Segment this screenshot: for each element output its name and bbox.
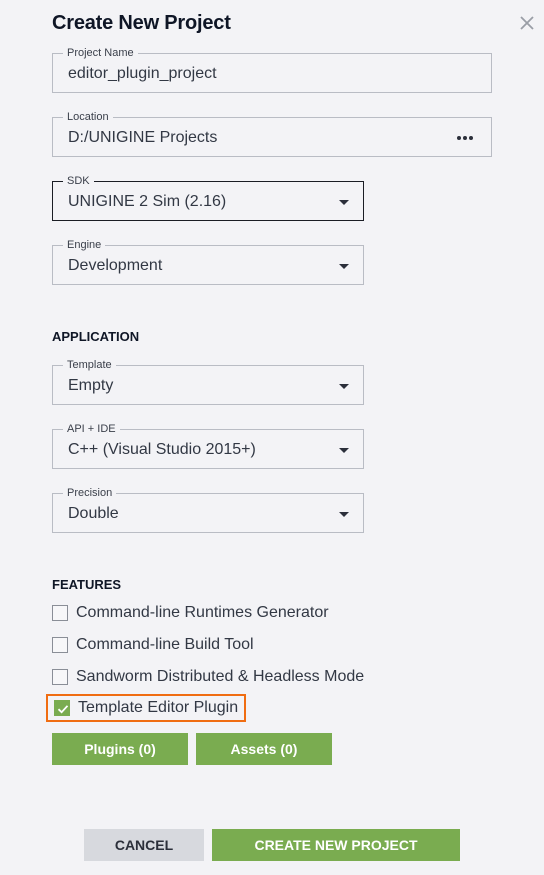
precision-label: Precision bbox=[63, 486, 117, 500]
checkmark-icon bbox=[57, 705, 69, 714]
chevron-down-icon bbox=[339, 200, 349, 205]
checkbox-checked[interactable] bbox=[54, 700, 70, 716]
precision-select[interactable]: Precision Double bbox=[52, 486, 364, 533]
feature-label: Template Editor Plugin bbox=[78, 699, 239, 716]
api-ide-label: API + IDE bbox=[63, 422, 120, 436]
template-value: Empty bbox=[68, 377, 114, 394]
feature-template-editor-plugin[interactable]: Template Editor Plugin bbox=[46, 694, 247, 722]
project-name-label: Project Name bbox=[63, 46, 138, 60]
api-ide-value: C++ (Visual Studio 2015+) bbox=[68, 441, 256, 458]
application-heading: APPLICATION bbox=[52, 329, 140, 344]
location-label: Location bbox=[63, 110, 113, 124]
sdk-value: UNIGINE 2 Sim (2.16) bbox=[68, 193, 227, 210]
plugins-button[interactable]: Plugins (0) bbox=[52, 733, 188, 765]
feature-runtimes-generator[interactable]: Command-line Runtimes Generator bbox=[52, 601, 329, 625]
more-horizontal-icon[interactable] bbox=[457, 136, 473, 140]
checkbox[interactable] bbox=[52, 669, 68, 685]
close-icon bbox=[520, 16, 534, 30]
feature-label: Command-line Runtimes Generator bbox=[76, 604, 329, 621]
feature-sandworm[interactable]: Sandworm Distributed & Headless Mode bbox=[52, 665, 364, 689]
chevron-down-icon bbox=[339, 264, 349, 269]
sdk-select[interactable]: SDK UNIGINE 2 Sim (2.16) bbox=[52, 174, 364, 221]
chevron-down-icon bbox=[339, 512, 349, 517]
template-label: Template bbox=[63, 358, 116, 372]
precision-value: Double bbox=[68, 505, 119, 522]
location-value[interactable]: D:/UNIGINE Projects bbox=[68, 129, 217, 147]
engine-label: Engine bbox=[63, 238, 106, 252]
features-heading: FEATURES bbox=[52, 577, 122, 592]
cancel-button[interactable]: CANCEL bbox=[84, 829, 204, 861]
assets-button[interactable]: Assets (0) bbox=[196, 733, 332, 765]
create-project-button[interactable]: CREATE NEW PROJECT bbox=[212, 829, 460, 861]
feature-build-tool[interactable]: Command-line Build Tool bbox=[52, 633, 254, 657]
engine-select[interactable]: Engine Development bbox=[52, 238, 364, 285]
checkbox[interactable] bbox=[52, 605, 68, 621]
location-input[interactable]: Location D:/UNIGINE Projects bbox=[52, 110, 492, 157]
engine-value: Development bbox=[68, 257, 163, 274]
chevron-down-icon bbox=[339, 448, 349, 453]
close-button[interactable] bbox=[518, 14, 536, 32]
template-select[interactable]: Template Empty bbox=[52, 358, 364, 405]
dialog-title: Create New Project bbox=[52, 12, 231, 34]
checkbox[interactable] bbox=[52, 637, 68, 653]
sdk-label: SDK bbox=[63, 174, 94, 188]
api-ide-select[interactable]: API + IDE C++ (Visual Studio 2015+) bbox=[52, 422, 364, 469]
feature-label: Command-line Build Tool bbox=[76, 636, 254, 653]
project-name-value[interactable]: editor_plugin_project bbox=[68, 65, 217, 83]
chevron-down-icon bbox=[339, 384, 349, 389]
project-name-input[interactable]: Project Name editor_plugin_project bbox=[52, 46, 492, 93]
feature-label: Sandworm Distributed & Headless Mode bbox=[76, 668, 365, 685]
